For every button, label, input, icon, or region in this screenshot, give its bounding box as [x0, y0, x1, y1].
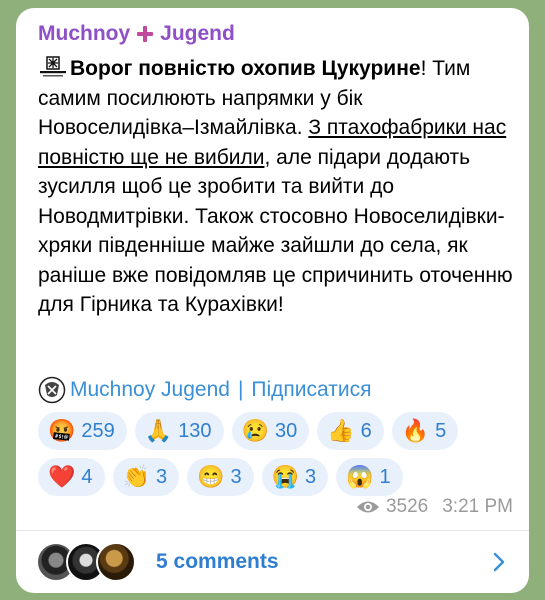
reaction-pray[interactable]: 🙏 130 [134, 412, 224, 450]
commenter-avatars [36, 542, 136, 582]
subscribe-link[interactable]: Підписатися [251, 378, 371, 402]
comments-link[interactable]: 5 comments [156, 550, 279, 574]
reaction-grin[interactable]: 😁 3 [187, 458, 254, 496]
angry-face-icon: 🤬 [48, 418, 76, 443]
loudly-crying-face-icon: 😭 [271, 464, 299, 489]
unit-emblem-icon [40, 56, 66, 77]
red-heart-icon: ❤️ [48, 464, 76, 489]
channel-name-right: Jugend [160, 22, 235, 45]
reaction-sob[interactable]: 😭 3 [261, 458, 329, 496]
reaction-fire[interactable]: 🔥 5 [391, 412, 459, 450]
fire-icon: 🔥 [401, 418, 430, 443]
reaction-count: 6 [360, 419, 372, 442]
reaction-count: 3 [305, 465, 317, 488]
grinning-face-icon: 😁 [197, 464, 225, 489]
view-count: 3526 [385, 496, 429, 517]
folded-hands-icon: 🙏 [144, 418, 173, 443]
message-text-part-2: , але підари додають зусилля щоб це зроб… [38, 145, 513, 317]
message-bold-text: Ворог повністю охопив Цукурине [70, 57, 421, 80]
message-time: 3:21 PM [442, 496, 513, 517]
signature: Muchnoy Jugend | Підписатися [38, 376, 371, 404]
reaction-clap[interactable]: 👏 3 [112, 458, 180, 496]
reaction-row-2: ❤️ 4 👏 3 😁 3 😭 3 😱 1 [38, 458, 518, 496]
channel-name[interactable]: Muchnoy Jugend [38, 22, 235, 46]
cross-icon [136, 25, 154, 43]
reaction-count: 30 [274, 419, 298, 442]
reaction-count: 4 [81, 465, 93, 488]
reaction-count: 3 [230, 465, 242, 488]
reaction-count: 5 [435, 419, 447, 442]
signature-channel-link[interactable]: Muchnoy Jugend [70, 378, 230, 402]
crying-face-icon: 😢 [241, 418, 269, 443]
comments-bar[interactable]: 5 comments [16, 531, 529, 593]
screaming-face-icon: 😱 [346, 464, 374, 489]
reaction-count: 1 [379, 465, 391, 488]
eye-icon [356, 501, 379, 513]
thumbs-up-icon: 👍 [327, 418, 355, 443]
reaction-count: 3 [155, 465, 168, 488]
chevron-right-icon[interactable] [493, 552, 505, 572]
reaction-angry[interactable]: 🤬 259 [38, 412, 127, 450]
reaction-thumbs-up[interactable]: 👍 6 [317, 412, 384, 450]
reaction-cry[interactable]: 😢 30 [231, 412, 310, 450]
reaction-scream[interactable]: 😱 1 [336, 458, 403, 496]
clapping-hands-icon: 👏 [122, 464, 150, 489]
channel-emblem-icon [38, 376, 66, 404]
message-bubble: Muchnoy Jugend Ворог повністю охопив Цук… [16, 8, 529, 593]
channel-name-left: Muchnoy [38, 22, 131, 45]
reaction-count: 259 [81, 419, 115, 442]
reaction-heart[interactable]: ❤️ 4 [38, 458, 105, 496]
reactions: 🤬 259 🙏 130 😢 30 👍 6 🔥 5 ❤️ 4 👏 3 😁 3 😭 … [38, 412, 518, 504]
reaction-row-1: 🤬 259 🙏 130 😢 30 👍 6 🔥 5 [38, 412, 518, 450]
signature-separator: | [237, 378, 244, 401]
message-meta: 3526 3:21 PM [356, 496, 513, 518]
reaction-count: 130 [178, 419, 212, 442]
message-text: Ворог повністю охопив Цукурине! Тим сами… [38, 54, 518, 320]
avatar [96, 542, 136, 582]
